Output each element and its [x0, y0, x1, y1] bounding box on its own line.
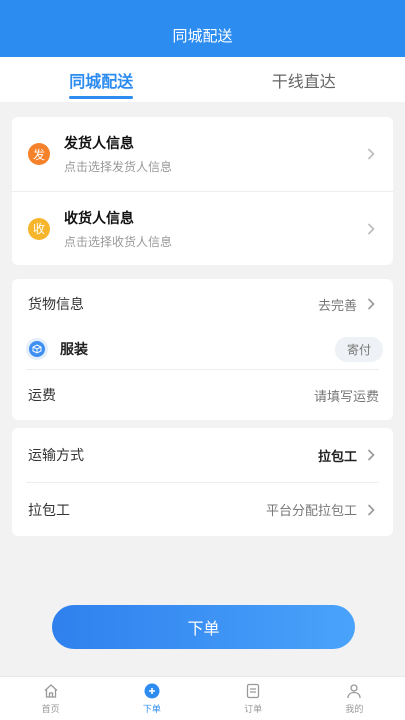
- transport-method-label: 运输方式: [28, 448, 84, 464]
- order-list-icon: [244, 682, 262, 700]
- package-icon: [26, 338, 48, 360]
- nav-item-orders[interactable]: 订单: [203, 677, 304, 720]
- chevron-right-icon: [363, 146, 379, 162]
- chevron-right-icon: [363, 447, 379, 463]
- sender-title: 发货人信息: [64, 136, 134, 152]
- transport-method-value: 拉包工: [317, 449, 357, 465]
- contacts-card: 发 发货人信息 点击选择发货人信息 收 收货人信息 点击选择收货人信息: [12, 117, 393, 265]
- nav-item-home[interactable]: 首页: [0, 677, 101, 720]
- home-icon: [42, 682, 60, 700]
- receiver-subtitle: 点击选择收货人信息: [64, 234, 173, 249]
- receiver-badge: 收: [28, 217, 50, 240]
- page-title: 同城配送: [172, 27, 233, 45]
- transport-method-row[interactable]: 运输方式 拉包工: [12, 428, 393, 482]
- sender-badge: 发: [28, 143, 50, 165]
- tab-trunk-direct[interactable]: 干线直达: [203, 57, 405, 102]
- freight-input-placeholder[interactable]: 请填写运费: [314, 386, 379, 405]
- chevron-right-icon: [363, 221, 379, 237]
- freight-row[interactable]: 运费 请填写运费: [12, 370, 393, 420]
- nav-item-profile[interactable]: 我的: [304, 677, 405, 720]
- chevron-right-icon: [363, 296, 379, 312]
- cargo-item: 服装 寄付: [12, 329, 393, 369]
- porter-value: 平台分配拉包工: [265, 504, 357, 519]
- tab-bar: 同城配送 干线直达: [0, 57, 405, 102]
- chevron-right-icon: [363, 502, 379, 518]
- app-header: 同城配送: [0, 0, 405, 57]
- payment-type-badge[interactable]: 寄付: [334, 336, 383, 362]
- cargo-info-value: 去完善: [317, 298, 357, 314]
- porter-row[interactable]: 拉包工 平台分配拉包工: [12, 483, 393, 536]
- receiver-info-row[interactable]: 收 收货人信息 点击选择收货人信息: [12, 191, 393, 265]
- submit-order-button[interactable]: 下单: [52, 605, 355, 649]
- porter-label: 拉包工: [28, 502, 70, 519]
- receiver-title: 收货人信息: [64, 210, 134, 227]
- cargo-info-row[interactable]: 货物信息 去完善: [12, 279, 393, 329]
- transport-card: 运输方式 拉包工 拉包工 平台分配拉包工: [12, 428, 393, 536]
- cargo-item-name: 服装: [60, 342, 88, 358]
- cargo-card: 货物信息 去完善 服装 寄付 运费 请填写运费: [12, 279, 393, 420]
- plus-circle-icon: [143, 682, 161, 700]
- bottom-nav: 首页 下单 订单 我的: [0, 676, 405, 720]
- cargo-info-label: 货物信息: [28, 297, 84, 313]
- freight-label: 运费: [28, 388, 56, 404]
- user-icon: [345, 682, 363, 700]
- tab-same-city[interactable]: 同城配送: [0, 57, 203, 102]
- sender-subtitle: 点击选择发货人信息: [64, 160, 173, 174]
- nav-item-order[interactable]: 下单: [101, 677, 202, 720]
- sender-info-row[interactable]: 发 发货人信息 点击选择发货人信息: [12, 117, 393, 191]
